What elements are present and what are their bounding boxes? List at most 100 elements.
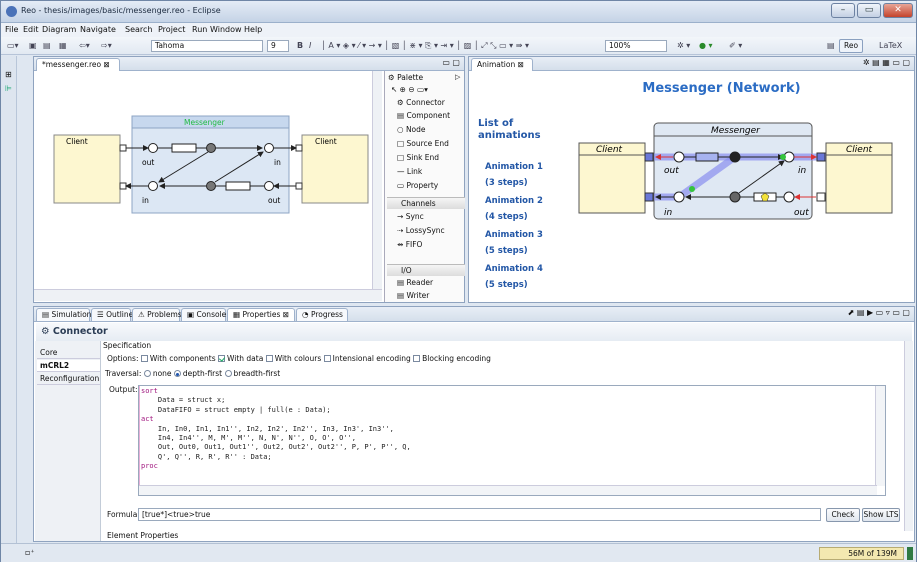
animation-4-link[interactable]: Animation 4 — [485, 264, 543, 274]
menu-run[interactable]: Run — [192, 25, 207, 34]
palette-item-sink-end[interactable]: □ Sink End — [397, 153, 439, 162]
save-all-icon[interactable]: ▤ — [43, 40, 51, 52]
palette-drawer-channels[interactable]: Channels — [387, 197, 465, 209]
bold-button[interactable]: B — [297, 40, 303, 52]
reo-diagram-canvas[interactable]: Client Messenger Client out in in out — [34, 71, 384, 291]
menu-help[interactable]: Help — [244, 25, 262, 34]
minimize-button[interactable]: – — [831, 3, 855, 18]
format-icons[interactable]: │ A ▾ ◈ ▾ ⁄ ▾ → ▾ │ ▧ │ ⋇ ▾ ⎘ ▾ ⇥ ▾ │ ▨ … — [321, 40, 529, 52]
animation-3-steps[interactable]: (5 steps) — [485, 246, 528, 256]
view-toolbar-icons[interactable]: ✲ ▤ ▦ ▭ ▢ — [863, 58, 910, 67]
menu-navigate[interactable]: Navigate — [80, 25, 116, 34]
animation-2-steps[interactable]: (4 steps) — [485, 212, 528, 222]
tab-progress[interactable]: ◔ Progress — [296, 308, 348, 321]
palette-drawer-io[interactable]: I/O — [387, 264, 465, 276]
palette-item-sync[interactable]: → Sync — [397, 212, 424, 221]
perspective-latex[interactable]: LaTeX — [879, 40, 902, 52]
option-blocking-encoding[interactable]: Blocking encoding — [413, 354, 491, 363]
checkbox[interactable] — [413, 355, 421, 362]
animation-2-link[interactable]: Animation 2 — [485, 196, 543, 206]
traversal-breadth-first[interactable]: breadth-first — [224, 369, 280, 378]
animation-3-link[interactable]: Animation 3 — [485, 230, 543, 240]
checkbox[interactable] — [323, 355, 331, 362]
close-icon[interactable]: ⊠ — [283, 310, 289, 319]
menu-diagram[interactable]: Diagram — [42, 25, 76, 34]
properties-vscrollbar[interactable] — [904, 341, 913, 531]
view-toolbar-icons[interactable]: ⬈ ▤ ▶ ▭ ▿ ▭ ▢ — [848, 308, 910, 317]
perspective-reo[interactable]: Reo — [839, 39, 864, 53]
traversal-none[interactable]: none — [143, 369, 172, 378]
save-icon[interactable]: ▣ — [29, 40, 37, 52]
palette-item-link[interactable]: — Link — [397, 167, 422, 176]
check-button[interactable]: Check — [826, 508, 860, 522]
animation-1-steps[interactable]: (3 steps) — [485, 178, 528, 188]
menu-edit[interactable]: Edit — [23, 25, 39, 34]
tab-problems[interactable]: ⚠ Problems — [132, 308, 182, 321]
gc-icon[interactable] — [907, 547, 913, 560]
animation-1-link[interactable]: Animation 1 — [485, 162, 543, 172]
menu-window[interactable]: Window — [210, 25, 242, 34]
tree-view-icon[interactable]: ⊫ — [5, 84, 12, 93]
tab-outline[interactable]: ☰ Outline — [91, 308, 133, 321]
menu-project[interactable]: Project — [158, 25, 185, 34]
back-icon[interactable]: ⇦▾ — [79, 40, 90, 52]
tab-animation[interactable]: Animation ⊠ — [471, 58, 533, 71]
palette-tools-icons[interactable]: ↖ ⊕ ⊖ ▭▾ — [391, 85, 428, 94]
forward-icon[interactable]: ⇨▾ — [101, 40, 112, 52]
palette-item-fifo[interactable]: ⇴ FIFO — [397, 240, 422, 249]
tab-messenger-reo[interactable]: *messenger.reo ⊠ — [36, 58, 120, 71]
option-with-components[interactable]: With components — [140, 354, 216, 363]
close-button[interactable]: ✕ — [883, 3, 913, 18]
output-vscrollbar[interactable] — [875, 386, 885, 486]
checkbox[interactable] — [140, 355, 148, 362]
radio[interactable] — [143, 370, 151, 377]
run-icon[interactable]: ● ▾ — [699, 40, 713, 52]
palette-item-writer[interactable]: ▤ Writer — [397, 291, 429, 300]
side-tab-core[interactable]: Core — [37, 347, 100, 359]
external-tools-icon[interactable]: ✐ ▾ — [729, 40, 742, 52]
minimize-maximize-icons[interactable]: ▭ ▢ — [442, 58, 460, 67]
new-icon[interactable]: ▭▾ — [7, 40, 19, 52]
print-icon[interactable]: ▦ — [59, 40, 67, 52]
maximize-button[interactable]: ▭ — [857, 3, 881, 18]
close-icon[interactable]: ⊠ — [104, 60, 110, 69]
palette-item-component[interactable]: ▤ Component — [397, 111, 450, 120]
tab-properties[interactable]: ▦ Properties ⊠ — [227, 308, 295, 321]
menu-search[interactable]: Search — [125, 25, 152, 34]
font-family-combo[interactable]: Tahoma — [151, 40, 263, 52]
palette-item-node[interactable]: ○ Node — [397, 125, 426, 134]
checkbox[interactable] — [265, 355, 273, 362]
editor-hscrollbar[interactable] — [34, 289, 382, 301]
formula-input[interactable]: [true*]<true>true — [138, 508, 821, 521]
radio[interactable] — [224, 370, 232, 377]
radio-selected[interactable] — [173, 370, 181, 377]
italic-button[interactable]: I — [309, 40, 311, 52]
output-textarea[interactable]: sort Data = struct x; DataFIFO = struct … — [138, 385, 886, 496]
status-icon[interactable]: ▫⁺ — [25, 548, 35, 557]
animation-4-steps[interactable]: (5 steps) — [485, 280, 528, 290]
debug-icon[interactable]: ✲ ▾ — [677, 40, 690, 52]
option-intensional-encoding[interactable]: Intensional encoding — [323, 354, 411, 363]
checkbox-checked[interactable] — [218, 355, 225, 362]
font-size-combo[interactable]: 9 — [267, 40, 289, 52]
close-icon[interactable]: ⊠ — [518, 60, 524, 69]
palette-item-reader[interactable]: ▤ Reader — [397, 278, 433, 287]
show-lts-button[interactable]: Show LTS — [862, 508, 900, 522]
option-with-data[interactable]: With data — [218, 354, 263, 363]
heap-status[interactable]: 56M of 139M — [819, 547, 904, 560]
option-with-colours[interactable]: With colours — [265, 354, 321, 363]
editor-vscrollbar[interactable] — [372, 71, 382, 289]
open-perspective-icon[interactable]: ▤ — [827, 40, 835, 52]
zoom-combo[interactable]: 100% — [605, 40, 667, 52]
palette-item-lossysync[interactable]: ⇢ LossySync — [397, 226, 445, 235]
traversal-depth-first[interactable]: depth-first — [173, 369, 222, 378]
fast-view-icon[interactable]: ⊞ — [5, 70, 12, 79]
palette-collapse-icon[interactable]: ▷ — [455, 73, 460, 81]
palette-item-property[interactable]: ▭ Property — [397, 181, 438, 190]
menu-file[interactable]: File — [5, 25, 18, 34]
palette-item-connector[interactable]: ⚙ Connector — [397, 98, 445, 107]
palette-item-source-end[interactable]: □ Source End — [397, 139, 449, 148]
tab-console[interactable]: ▣ Console — [181, 308, 226, 321]
side-tab-mcrl2[interactable]: mCRL2 — [37, 360, 100, 372]
tab-simulation[interactable]: ▤ Simulation — [36, 308, 91, 321]
